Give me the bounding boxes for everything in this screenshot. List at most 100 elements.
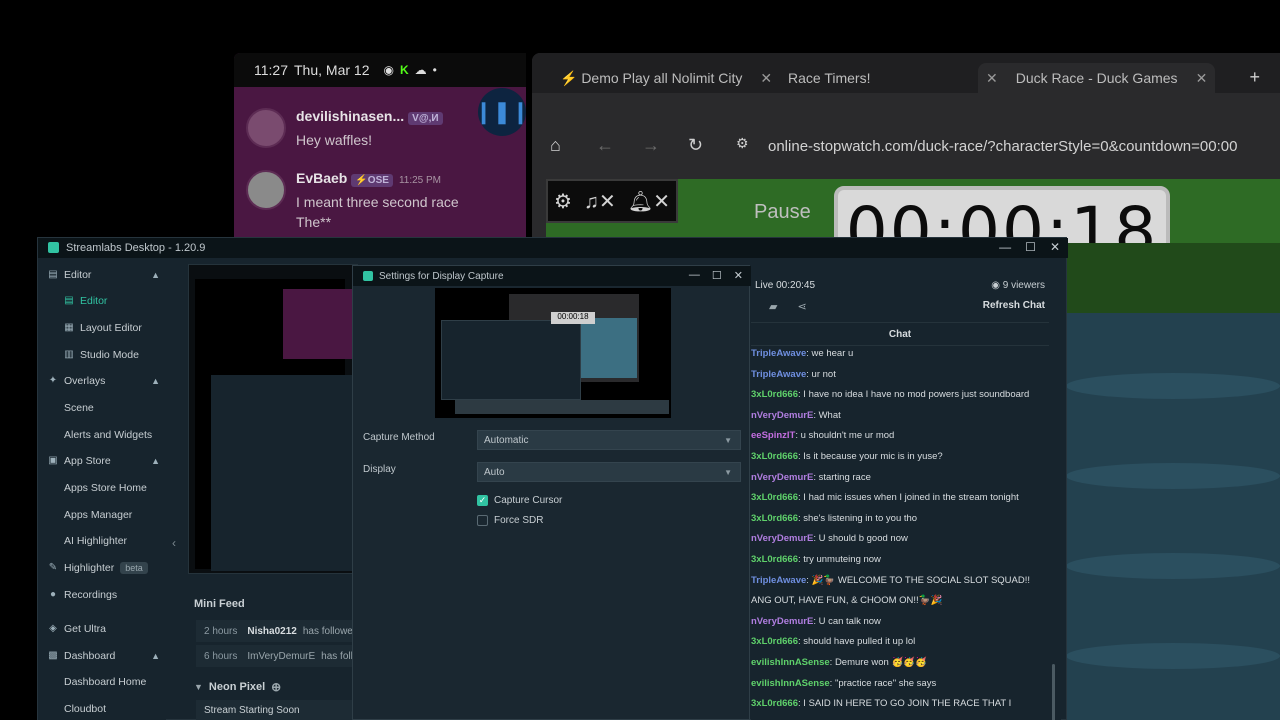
- window-title: Streamlabs Desktop - 1.20.9: [66, 242, 206, 254]
- sidebar-item-ai-highlighter[interactable]: AI Highlighter: [38, 528, 166, 554]
- chat-text: : U should b good now: [813, 533, 908, 545]
- music-mute-icon[interactable]: ♫✕: [584, 189, 616, 214]
- discord-phone-overlay: 11:27 Thu, Mar 12 ◉ K ☁ • devilishinasen…: [234, 53, 526, 243]
- home-icon[interactable]: ⌂: [550, 135, 561, 156]
- chat-username[interactable]: 3xL0rd666: [751, 389, 798, 400]
- display-select[interactable]: Auto ▼: [477, 462, 741, 482]
- message-text: Hey waffles!: [296, 132, 372, 148]
- sidebar-item-get-ultra[interactable]: ◈ Get Ultra: [38, 616, 166, 642]
- address-bar[interactable]: online-stopwatch.com/duck-race/?characte…: [768, 138, 1237, 155]
- maximize-icon[interactable]: ☐: [1025, 240, 1036, 254]
- chat-username[interactable]: TripleAwave: [751, 575, 806, 586]
- close-icon[interactable]: ✕: [734, 269, 743, 282]
- bell-mute-icon[interactable]: 🔔︎✕: [628, 189, 670, 214]
- chat-text: : I SAID IN HERE TO GO JOIN THE RACE THA…: [798, 698, 1012, 710]
- sidebar-item-editor[interactable]: ▤ Editor: [38, 288, 166, 314]
- chat-panel: Live 00:20:45 ◉ 9 viewers ▰ ⋖ Refresh Ch…: [751, 264, 1061, 720]
- gear-icon[interactable]: ⚙: [554, 189, 572, 214]
- sidebar-section-dashboard[interactable]: ▩ Dashboard ▲: [38, 643, 166, 669]
- chat-username[interactable]: eeSpinzIT: [751, 430, 795, 441]
- chat-text: : ur not: [806, 368, 836, 380]
- add-scene-icon[interactable]: ⊕: [271, 680, 281, 694]
- force-sdr-checkbox[interactable]: Force SDR: [477, 515, 543, 526]
- sidebar-item-layout-editor[interactable]: ▦ Layout Editor: [38, 315, 166, 341]
- layout-icon: ▦: [64, 322, 74, 333]
- display-label: Display: [363, 464, 396, 475]
- dialog-title: Settings for Display Capture: [379, 270, 504, 282]
- ultra-icon: ◈: [49, 623, 57, 634]
- capture-method-select[interactable]: Automatic ▼: [477, 430, 741, 450]
- tab-demo-play[interactable]: ⚡ Demo Play all Nolimit City ✕: [560, 63, 772, 93]
- reload-icon[interactable]: ↻: [688, 135, 703, 156]
- eye-icon: ◉: [991, 280, 1003, 291]
- sidebar-item-apps-manager[interactable]: Apps Manager: [38, 502, 166, 528]
- editor-icon: ▤: [64, 295, 74, 306]
- capture-method-label: Capture Method: [363, 432, 435, 443]
- chat-username[interactable]: 3xL0rd666: [751, 698, 798, 709]
- sidebar-section-editor[interactable]: ▤ Editor ▲: [38, 262, 166, 288]
- role-badge: V@,И: [408, 112, 443, 125]
- share-icon[interactable]: ⋖: [797, 300, 806, 313]
- pause-button[interactable]: Pause: [754, 201, 811, 224]
- capture-cursor-checkbox[interactable]: ✓ Capture Cursor: [477, 495, 562, 506]
- sidebar-section-app-store[interactable]: ▣ App Store ▲: [38, 448, 166, 474]
- studio-icon: ▥: [64, 349, 74, 360]
- chat-username[interactable]: 3xL0rd666: [751, 554, 798, 565]
- store-icon: ▣: [48, 455, 58, 466]
- close-icon[interactable]: ✕: [986, 70, 998, 87]
- sidebar-item-studio-mode[interactable]: ▥ Studio Mode: [38, 342, 166, 368]
- sidebar-item-cloudbot[interactable]: Cloudbot: [38, 696, 166, 720]
- new-tab-button[interactable]: +: [1249, 67, 1260, 88]
- scene-item[interactable]: Stream Starting Soon: [196, 700, 356, 720]
- capture-preview: 00:00:18: [435, 288, 671, 418]
- chat-line: ANG OUT, HAVE FUN, & CHOOM ON!!🦆🎉: [751, 594, 1049, 608]
- maximize-icon[interactable]: ☐: [712, 269, 722, 282]
- minimize-icon[interactable]: —: [999, 240, 1011, 254]
- chat-username[interactable]: nVeryDemurE: [751, 533, 813, 544]
- sidebar-item-dashboard-home[interactable]: Dashboard Home: [38, 669, 166, 695]
- chevron-left-icon[interactable]: ‹: [172, 536, 176, 550]
- close-icon[interactable]: ✕: [1050, 240, 1060, 254]
- chat-messages: TripleAwave: we hear u TripleAwave: ur no…: [751, 347, 1049, 720]
- close-icon[interactable]: ✕: [760, 70, 772, 87]
- tab-race-timers[interactable]: Race Timers!: [788, 63, 870, 93]
- tab-label: Race Timers!: [788, 70, 871, 86]
- chat-scrollbar[interactable]: [1052, 664, 1055, 720]
- forward-icon[interactable]: →: [642, 135, 660, 156]
- site-settings-icon[interactable]: ⚙: [736, 135, 749, 152]
- mini-feed-title: Mini Feed: [194, 598, 245, 610]
- chat-username[interactable]: nVeryDemurE: [751, 410, 813, 421]
- tab-duck-race[interactable]: ✕ Duck Race - Duck Games ✕: [978, 63, 1216, 93]
- chat-text: : she's listening in to you tho: [798, 512, 918, 524]
- folder-icon[interactable]: ▰: [769, 300, 777, 313]
- sidebar-item-highlighter[interactable]: ✎ Highlighter beta: [38, 555, 166, 581]
- sidebar-item-recordings[interactable]: ● Recordings: [38, 582, 166, 608]
- chat-username[interactable]: 3xL0rd666: [751, 513, 798, 524]
- sidebar-section-overlays[interactable]: ✦ Overlays ▲: [38, 368, 166, 394]
- scene-collection-title[interactable]: ▼ Neon Pixel ⊕: [194, 680, 281, 694]
- chat-username[interactable]: TripleAwave: [751, 369, 806, 380]
- chat-username[interactable]: evilishInnASense: [751, 678, 830, 689]
- refresh-chat-button[interactable]: Refresh Chat: [983, 300, 1045, 311]
- record-icon: ●: [49, 589, 57, 600]
- sidebar-item-alerts-widgets[interactable]: Alerts and Widgets: [38, 422, 166, 448]
- chat-username[interactable]: 3xL0rd666: [751, 451, 798, 462]
- highlighter-icon: ✎: [48, 562, 58, 573]
- chat-username[interactable]: 3xL0rd666: [751, 636, 798, 647]
- browser-window: ⚡ Demo Play all Nolimit City ✕ Race Time…: [532, 53, 1280, 243]
- chat-line: nVeryDemurE: What: [751, 409, 1049, 423]
- minimize-icon[interactable]: —: [689, 269, 700, 282]
- chat-username[interactable]: nVeryDemurE: [751, 616, 813, 627]
- back-icon[interactable]: ←: [596, 135, 614, 156]
- close-icon[interactable]: ✕: [1196, 70, 1208, 87]
- streamlabs-logo: [48, 242, 59, 253]
- chat-line: nVeryDemurE: U can talk now: [751, 615, 1049, 629]
- chat-username[interactable]: evilishInnASense: [751, 657, 830, 668]
- chat-username[interactable]: nVeryDemurE: [751, 472, 813, 483]
- chat-line: 3xL0rd666: I SAID IN HERE TO GO JOIN THE…: [751, 697, 1049, 711]
- sidebar-item-scene[interactable]: Scene: [38, 395, 166, 421]
- chat-username[interactable]: TripleAwave: [751, 348, 806, 359]
- preview-timer: 00:00:18: [551, 312, 595, 324]
- chat-username[interactable]: 3xL0rd666: [751, 492, 798, 503]
- sidebar-item-apps-store-home[interactable]: Apps Store Home: [38, 475, 166, 501]
